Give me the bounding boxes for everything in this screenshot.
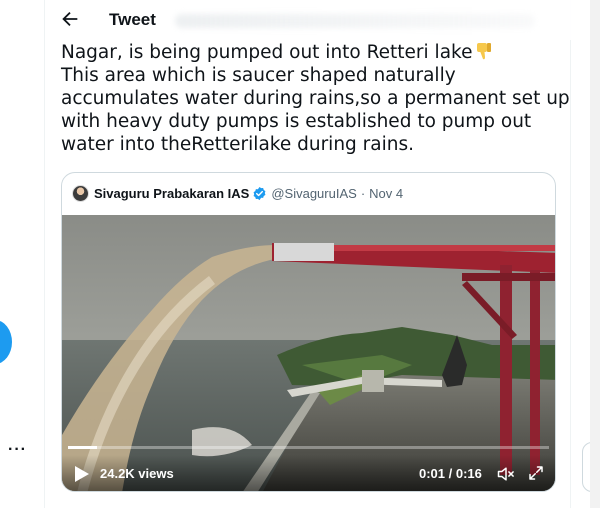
thumbs-down-icon: [477, 43, 492, 60]
tweet-compose-button[interactable]: [0, 320, 12, 364]
header-blur-overlay: [175, 14, 535, 28]
arrow-left-icon[interactable]: [59, 8, 81, 30]
video-progress-bar[interactable]: [68, 446, 549, 449]
quoted-author-name[interactable]: Sivaguru Prabakaran IAS: [94, 186, 249, 201]
tweet-column: Tweet Nagar, is being pumped out into Re…: [44, 0, 572, 508]
quoted-tweet-card[interactable]: Sivaguru Prabakaran IAS @SivaguruIAS · N…: [61, 172, 556, 492]
page-scrollbar[interactable]: [590, 0, 600, 508]
video-progress-fill: [68, 446, 97, 449]
left-nav-rail: ···: [0, 0, 44, 508]
quoted-tweet-date[interactable]: Nov 4: [369, 186, 403, 201]
volume-muted-icon[interactable]: [496, 464, 516, 484]
video-controls: 24.2K views 0:01 / 0:16: [62, 455, 555, 491]
quoted-tweet-header: Sivaguru Prabakaran IAS @SivaguruIAS · N…: [72, 183, 403, 203]
video-time: 0:01 / 0:16: [419, 466, 482, 481]
tweet-line: This area which is saucer shaped natural…: [61, 65, 456, 86]
video-frame: [62, 215, 555, 491]
tweet-line: accumulates water during rains,so a perm…: [61, 88, 570, 109]
verified-badge-icon: [253, 186, 266, 200]
page-title: Tweet: [109, 10, 156, 29]
fullscreen-icon[interactable]: [527, 464, 545, 482]
view-count: 24.2K views: [100, 466, 174, 481]
tweet-body: Nagar, is being pumped out into Retteri …: [61, 41, 570, 156]
more-options-icon[interactable]: ···: [8, 442, 27, 458]
quoted-author-handle[interactable]: @SivaguruIAS: [271, 186, 356, 201]
play-icon[interactable]: [74, 465, 90, 483]
tweet-line: water into theRetterilake during rains.: [61, 134, 414, 155]
tweet-header: Tweet: [45, 0, 572, 40]
video-player[interactable]: 24.2K views 0:01 / 0:16: [62, 215, 555, 491]
separator-dot: ·: [360, 185, 366, 201]
avatar[interactable]: [72, 184, 89, 202]
tweet-line: with heavy duty pumps is established to …: [61, 111, 532, 132]
tweet-line: Nagar, is being pumped out into Retteri …: [61, 41, 566, 64]
